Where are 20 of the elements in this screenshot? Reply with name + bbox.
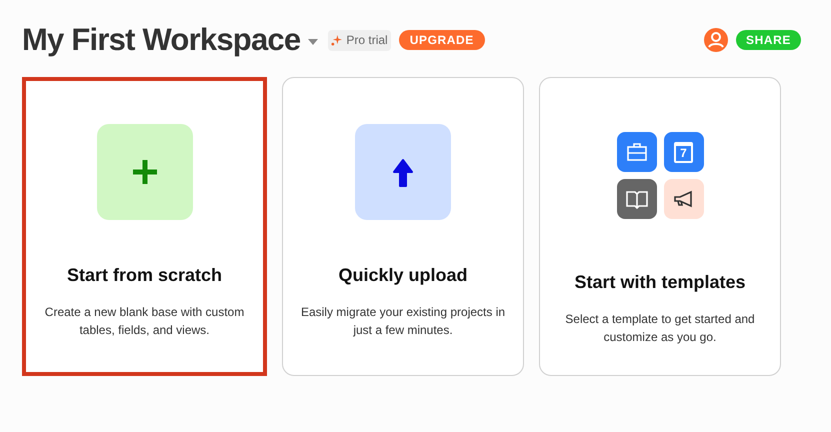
book-icon: [616, 179, 656, 219]
sparkle-icon: [331, 34, 342, 46]
avatar-icon[interactable]: [704, 28, 728, 52]
upload-icon: [355, 124, 451, 220]
card-description: Select a template to get started and customize as you go.: [564, 311, 756, 346]
pro-trial-badge: Pro trial: [328, 30, 391, 50]
dropdown-icon[interactable]: [308, 39, 318, 45]
card-title: Quickly upload: [338, 264, 468, 287]
card-description: Create a new blank base with custom tables, fields, and views.: [44, 304, 246, 339]
card-description: Easily migrate your existing projects in just a few minutes.: [300, 304, 506, 339]
option-card[interactable]: 7 Start with templates Select a template to get started and customize as you go.: [539, 77, 781, 376]
calendar-icon: 7: [664, 132, 704, 172]
plus-icon: [96, 124, 192, 220]
card-title: Start from scratch: [66, 264, 222, 287]
option-card[interactable]: Quickly upload Easily migrate your existing projects in just a few minutes.: [282, 77, 524, 376]
briefcase-icon: [616, 132, 656, 172]
workspace-title: My First Workspace: [22, 20, 300, 59]
megaphone-icon: [664, 179, 704, 219]
option-card[interactable]: Start from scratch Create a new blank base with custom tables, fields, and views.: [22, 77, 267, 376]
card-title: Start with templates: [574, 271, 746, 294]
